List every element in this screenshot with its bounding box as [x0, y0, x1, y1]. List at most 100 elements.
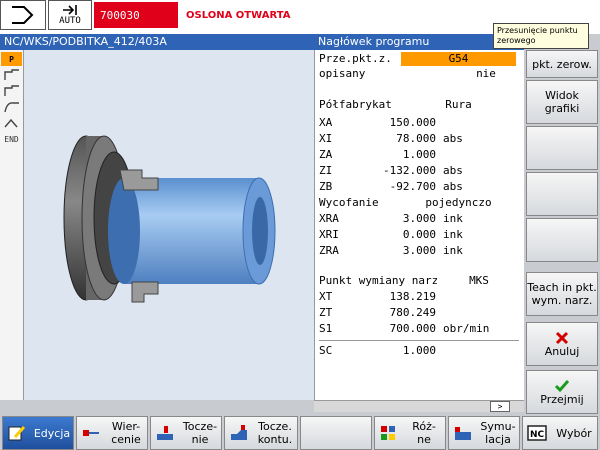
auto-arrow-icon	[63, 5, 77, 15]
divider	[319, 340, 519, 341]
softkey-turning[interactable]: Tocze- nie	[150, 416, 222, 450]
step-item-2[interactable]	[1, 68, 22, 82]
softkey-label: Tocze- nie	[182, 420, 218, 446]
param-row-za: ZA 1.000	[319, 148, 524, 162]
step-item-program-header[interactable]: P	[1, 52, 22, 66]
softkey-drilling[interactable]: Wier- cenie	[76, 416, 148, 450]
misc-icon	[381, 426, 395, 440]
softkey-empty-4[interactable]	[526, 172, 598, 216]
zt-input[interactable]: 780.249	[359, 306, 439, 320]
auto-mode-indicator: AUTO	[48, 0, 92, 30]
softkey-empty-3[interactable]	[526, 126, 598, 170]
step-item-4[interactable]	[1, 100, 22, 114]
xi-input[interactable]: 78.000	[359, 132, 439, 146]
param-row-described: opisany nie	[319, 67, 524, 81]
param-label: Wycofanie	[319, 196, 379, 209]
param-row-zb: ZB -92.700 abs	[319, 180, 524, 194]
auto-label: AUTO	[59, 16, 81, 26]
softkey-accept[interactable]: Przejmij	[526, 370, 598, 414]
zb-input[interactable]: -92.700	[359, 180, 439, 194]
workpiece-3d-graphic	[63, 135, 276, 303]
program-path: NC/WKS/PODBITKA_412/403A	[4, 35, 167, 48]
alarm-text: OSLONA OTWARTA	[186, 9, 291, 21]
softkey-simulation[interactable]: Symu- lacja	[448, 416, 520, 450]
softkey-select[interactable]: NC Wybór	[522, 416, 598, 450]
softkey-empty[interactable]	[300, 416, 372, 450]
param-label: Punkt wymiany narz.	[319, 274, 437, 287]
param-row-sc: SC 1.000	[319, 344, 524, 358]
mode-button[interactable]	[0, 0, 46, 30]
softkey-zero-point[interactable]: pkt. zerow.	[526, 50, 598, 78]
zb-unit[interactable]: abs	[443, 180, 463, 193]
tool-change-select[interactable]: MKS	[443, 274, 515, 288]
zi-input[interactable]: -132.000	[359, 164, 439, 178]
za-input[interactable]: 1.000	[359, 148, 439, 162]
step-arc-icon	[3, 102, 19, 113]
param-row-zi: ZI -132.000 abs	[319, 164, 524, 178]
step-contour-icon	[3, 69, 19, 80]
param-row-s1: S1 700.000 obr/min	[319, 322, 524, 336]
param-row-xa: XA 150.000	[319, 116, 524, 130]
xt-input[interactable]: 138.219	[359, 290, 439, 304]
xra-unit[interactable]: ink	[443, 212, 463, 225]
softkey-label: Tocze. kontu.	[257, 420, 293, 446]
blank-type-select[interactable]: Rura	[401, 98, 516, 112]
softkey-cancel[interactable]: Anuluj	[526, 322, 598, 366]
zi-unit[interactable]: abs	[443, 164, 463, 177]
param-row-retract: Wycofanie pojedynczo	[319, 196, 524, 210]
softkey-teach-in-tool-change[interactable]: Teach in pkt. wym. narz.	[526, 272, 598, 316]
softkey-misc[interactable]: Róż- ne	[374, 416, 446, 450]
softkey-edit[interactable]: Edycja	[2, 416, 74, 450]
jog-arrow-icon	[12, 6, 34, 24]
xa-input[interactable]: 150.000	[359, 116, 439, 130]
step-cut-icon	[3, 118, 18, 128]
xri-input[interactable]: 0.000	[359, 228, 439, 242]
step-item-end[interactable]: END	[1, 132, 22, 146]
simulation-icon	[455, 427, 471, 440]
param-row-xt: XT 138.219	[319, 290, 524, 304]
softkey-label: pkt. zerow.	[532, 57, 592, 71]
zra-unit[interactable]: ink	[443, 244, 463, 257]
horizontal-scrollbar[interactable]: >	[314, 400, 524, 412]
vertical-softkey-bar: pkt. zerow. Widok grafiki Teach in pkt. …	[524, 34, 600, 414]
param-label: Półfabrykat	[319, 98, 392, 111]
xri-unit[interactable]: ink	[443, 228, 463, 241]
scroll-right-button[interactable]: >	[490, 401, 510, 412]
cancel-x-icon	[555, 331, 569, 344]
zra-input[interactable]: 3.000	[359, 244, 439, 258]
param-label: XRA	[319, 212, 339, 225]
softkey-empty-5[interactable]	[526, 218, 598, 262]
alarm-number[interactable]: 700030	[94, 2, 178, 28]
step-contour-icon	[3, 85, 19, 96]
softkey-contour-turning[interactable]: Tocze. kontu.	[224, 416, 298, 450]
graphic-view	[24, 50, 314, 400]
param-label: ZRA	[319, 244, 339, 257]
s1-unit: obr/min	[443, 322, 490, 335]
param-row-xi: XI 78.000 abs	[319, 132, 524, 146]
drilling-icon	[83, 430, 99, 436]
step-item-3[interactable]	[1, 84, 22, 98]
s1-input[interactable]: 700.000	[359, 322, 439, 336]
param-label: XT	[319, 290, 333, 303]
described-select[interactable]: nie	[457, 67, 515, 81]
param-label: S1	[319, 322, 333, 335]
softkey-label: Róż- ne	[412, 420, 436, 446]
softkey-label: Teach in pkt. wym. narz.	[527, 281, 597, 307]
turning-icon	[157, 426, 173, 440]
param-row-zra: ZRA 3.000 ink	[319, 244, 524, 258]
param-row-xri: XRI 0.000 ink	[319, 228, 524, 242]
softkey-label: Wier- cenie	[111, 420, 141, 446]
softkey-label: Symu- lacja	[480, 420, 516, 446]
parameter-panel: Prze.pkt.z. G54 opisany nie Półfabrykat …	[314, 50, 524, 400]
svg-text:NC: NC	[530, 430, 545, 440]
step-item-5[interactable]	[1, 116, 22, 130]
xi-unit[interactable]: abs	[443, 132, 463, 145]
softkey-graphic-view[interactable]: Widok grafiki	[526, 80, 598, 124]
retract-select[interactable]: pojedynczo	[401, 196, 516, 210]
param-row-zero-offset: Prze.pkt.z. G54	[319, 52, 524, 66]
param-label: opisany	[319, 67, 366, 80]
zero-offset-select[interactable]: G54	[401, 52, 516, 66]
sc-input[interactable]: 1.000	[359, 344, 439, 358]
xra-input[interactable]: 3.000	[359, 212, 439, 226]
contour-turning-icon	[231, 425, 247, 440]
